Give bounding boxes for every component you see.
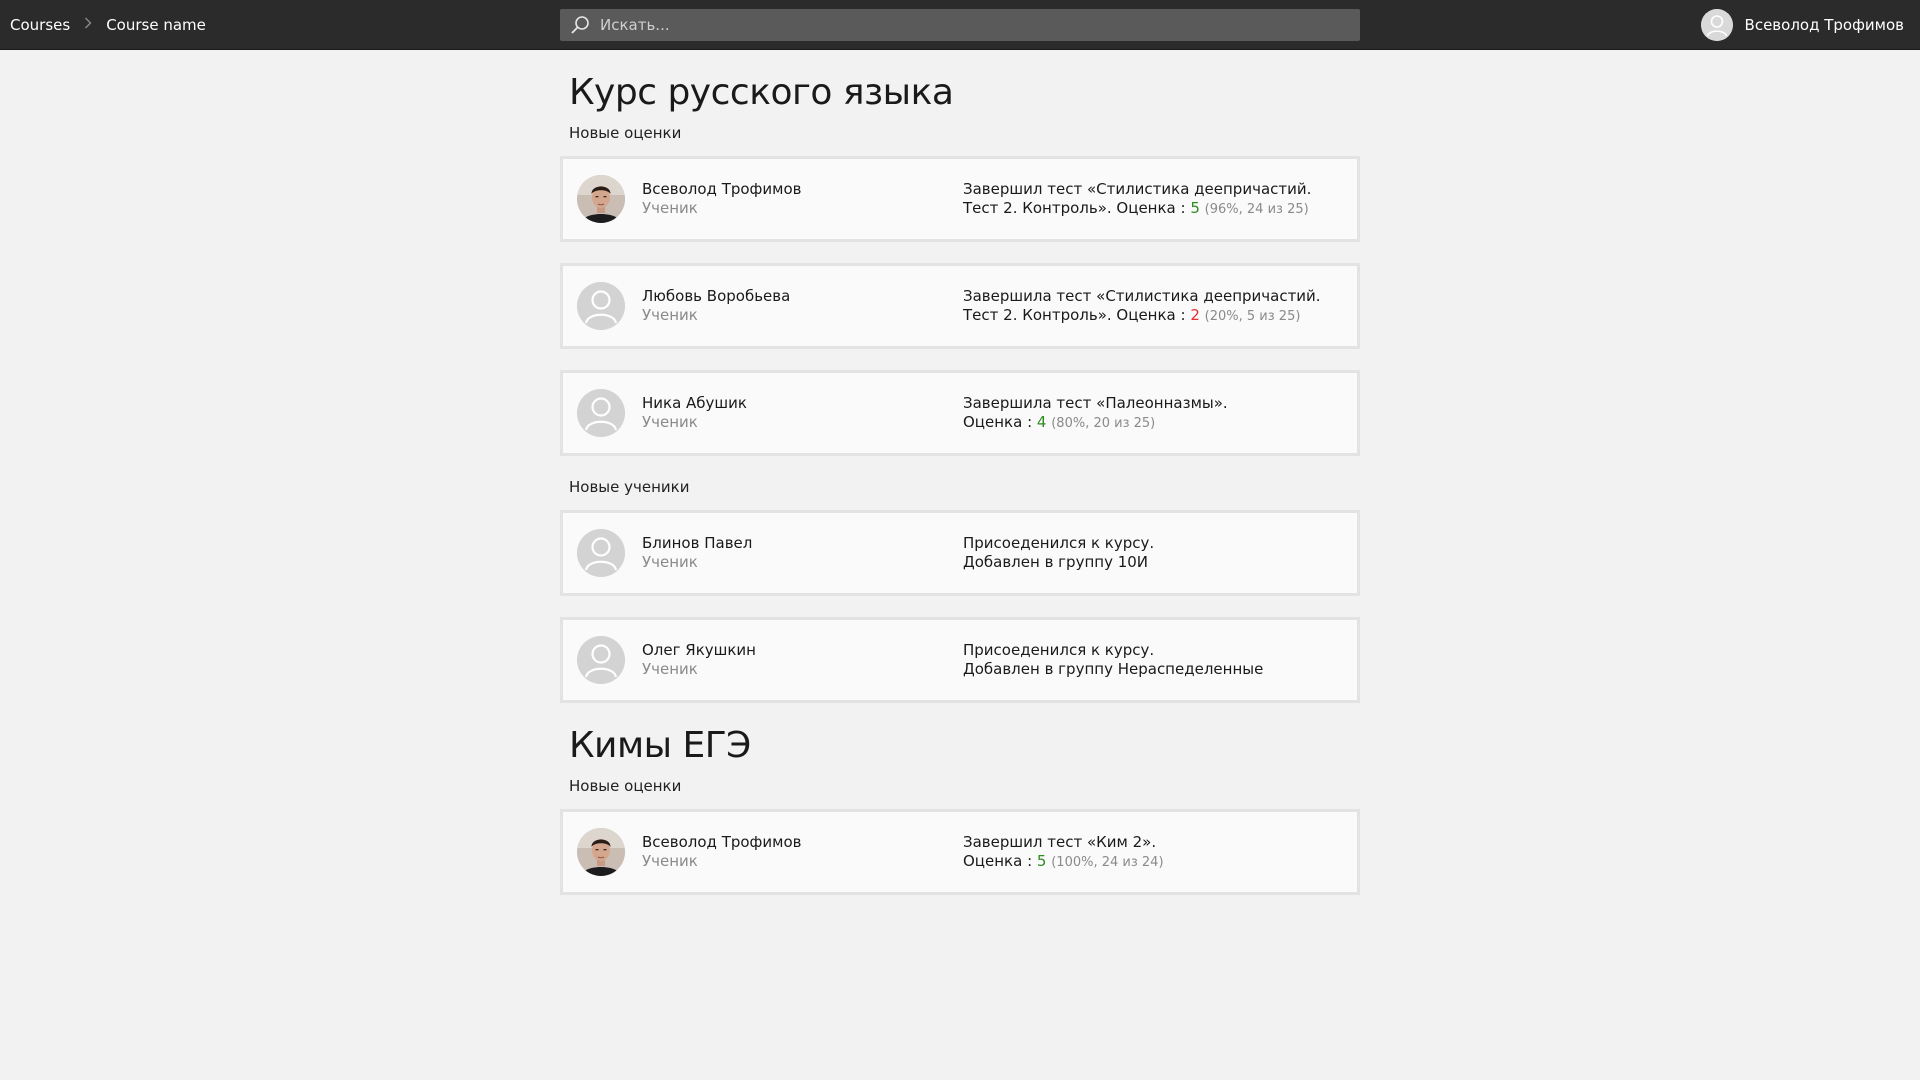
user-menu[interactable]: Всеволод Трофимов xyxy=(1700,0,1904,50)
course-title: Кимы ЕГЭ xyxy=(569,725,751,766)
event-text: Оценка : xyxy=(963,851,1037,870)
student-role: Ученик xyxy=(642,306,698,324)
student-name[interactable]: Блинов Павел xyxy=(642,534,963,553)
activity-card[interactable]: Ника Абушик Ученик Завершила тест «Палео… xyxy=(560,370,1360,456)
student-name[interactable]: Всеволод Трофимов xyxy=(642,180,963,199)
student-name[interactable]: Любовь Воробьева xyxy=(642,287,963,306)
student-info: Всеволод Трофимов Ученик xyxy=(642,180,963,218)
default-user-avatar-icon[interactable] xyxy=(577,389,625,437)
user-avatar-icon[interactable] xyxy=(1700,9,1733,41)
grade-detail: (100%, 24 из 24) xyxy=(1051,854,1164,870)
grade-value: 5 xyxy=(1036,851,1047,870)
grade-value: 4 xyxy=(1036,412,1047,431)
student-photo-avatar[interactable] xyxy=(577,828,625,876)
search-icon[interactable] xyxy=(560,9,600,41)
event-line-2: Оценка : 5 (100%, 24 из 24) xyxy=(963,852,1164,872)
student-role: Ученик xyxy=(642,413,698,431)
event-text: Оценка : xyxy=(963,412,1037,431)
student-info: Всеволод Трофимов Ученик xyxy=(642,833,963,871)
activity-card[interactable]: Любовь Воробьева Ученик Завершила тест «… xyxy=(560,263,1360,349)
event-description: Присоеденился к курсу. Добавлен в группу… xyxy=(963,534,1154,572)
activity-card[interactable]: Всеволод Трофимов Ученик Завершил тест «… xyxy=(560,156,1360,242)
student-role: Ученик xyxy=(642,199,698,217)
student-name[interactable]: Всеволод Трофимов xyxy=(642,833,963,852)
event-description: Завершил тест «Ким 2». Оценка : 5 (100%,… xyxy=(963,833,1164,872)
activity-card[interactable]: Олег Якушкин Ученик Присоеденился к курс… xyxy=(560,617,1360,703)
section-label-new-grades: Новые оценки xyxy=(569,777,682,795)
grade-value: 5 xyxy=(1190,198,1200,217)
student-info: Блинов Павел Ученик xyxy=(642,534,963,572)
chevron-right-icon xyxy=(84,17,92,33)
activity-feed: Курс русского языка Новые оценки Всеволо… xyxy=(560,50,1360,916)
student-info: Олег Якушкин Ученик xyxy=(642,641,963,679)
event-line-2: Добавлен в группу 10И xyxy=(963,553,1149,571)
event-text: Тест 2. Контроль». Оценка : xyxy=(963,198,1191,217)
top-bar: Courses Course name Всеволод Трофимов xyxy=(0,0,1920,50)
section-label-new-grades: Новые оценки xyxy=(569,124,682,142)
student-photo-avatar[interactable] xyxy=(577,175,625,223)
course-title: Курс русского языка xyxy=(569,72,954,113)
student-role: Ученик xyxy=(642,553,698,571)
student-role: Ученик xyxy=(642,852,698,870)
event-line-1: Завершила тест «Палеонназмы». xyxy=(963,393,1228,412)
activity-card[interactable]: Блинов Павел Ученик Присоеденился к курс… xyxy=(560,510,1360,596)
search-input[interactable] xyxy=(600,9,1360,41)
event-description: Завершила тест «Палеонназмы». Оценка : 4… xyxy=(963,394,1228,433)
student-name[interactable]: Ника Абушик xyxy=(642,394,963,413)
student-info: Любовь Воробьева Ученик xyxy=(642,287,963,325)
student-name[interactable]: Олег Якушкин xyxy=(642,641,963,660)
event-line-2: Добавлен в группу Нераспеделенные xyxy=(963,660,1264,678)
default-user-avatar-icon[interactable] xyxy=(577,282,625,330)
grade-value: 2 xyxy=(1190,305,1200,324)
grade-detail: (20%, 5 из 25) xyxy=(1204,308,1301,324)
event-line-1: Присоеденился к курсу. xyxy=(963,641,1155,659)
event-description: Завершил тест «Стилистика деепричастий. … xyxy=(963,180,1311,219)
default-user-avatar-icon[interactable] xyxy=(577,636,625,684)
default-user-avatar-icon[interactable] xyxy=(577,529,625,577)
event-line-2: Тест 2. Контроль». Оценка : 5 (96%, 24 и… xyxy=(963,199,1311,219)
event-line-1: Завершил тест «Стилистика деепричастий. xyxy=(963,179,1312,198)
event-line-1: Завершил тест «Ким 2». xyxy=(963,832,1157,851)
event-description: Присоеденился к курсу. Добавлен в группу… xyxy=(963,641,1263,679)
student-info: Ника Абушик Ученик xyxy=(642,394,963,432)
section-label-new-students: Новые ученики xyxy=(569,478,690,496)
event-line-1: Завершила тест «Стилистика деепричастий. xyxy=(963,286,1321,305)
breadcrumb: Courses Course name xyxy=(10,0,206,50)
search-box[interactable] xyxy=(560,9,1360,41)
breadcrumb-courses-link[interactable]: Courses xyxy=(10,16,70,34)
breadcrumb-course-name-link[interactable]: Course name xyxy=(106,16,206,34)
event-description: Завершила тест «Стилистика деепричастий.… xyxy=(963,287,1321,326)
activity-card[interactable]: Всеволод Трофимов Ученик Завершил тест «… xyxy=(560,809,1360,895)
event-line-1: Присоеденился к курсу. xyxy=(963,534,1155,552)
user-name[interactable]: Всеволод Трофимов xyxy=(1745,16,1904,34)
student-role: Ученик xyxy=(642,660,698,678)
event-text: Тест 2. Контроль». Оценка : xyxy=(963,305,1191,324)
grade-detail: (96%, 24 из 25) xyxy=(1204,201,1309,217)
grade-detail: (80%, 20 из 25) xyxy=(1051,415,1156,431)
event-line-2: Оценка : 4 (80%, 20 из 25) xyxy=(963,413,1228,433)
event-line-2: Тест 2. Контроль». Оценка : 2 (20%, 5 из… xyxy=(963,306,1321,326)
